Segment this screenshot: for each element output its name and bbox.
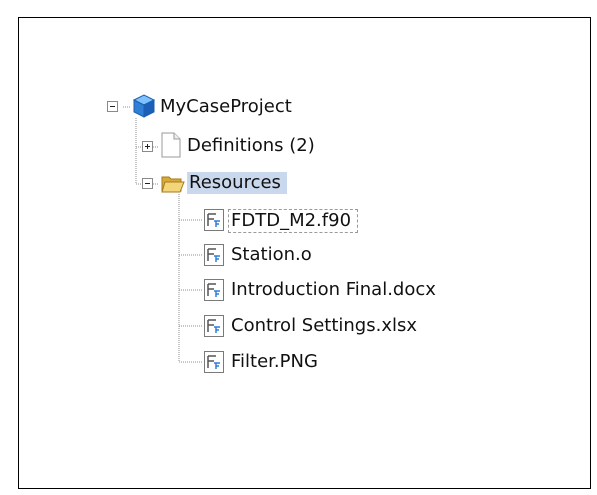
tree-item-control-settings-xlsx[interactable]: Control Settings.xlsx xyxy=(231,315,417,337)
collapse-resources-toggle[interactable] xyxy=(142,178,153,189)
fortran-file-icon xyxy=(204,279,224,301)
fortran-file-icon xyxy=(204,351,224,373)
collapse-root-toggle[interactable] xyxy=(107,101,118,112)
tree-item-definitions[interactable]: Definitions (2) xyxy=(187,135,315,157)
tree-item-resources[interactable]: Resources xyxy=(187,172,287,194)
tree-item-filter-png[interactable]: Filter.PNG xyxy=(231,351,318,373)
fortran-file-icon xyxy=(204,315,224,337)
fortran-file-icon xyxy=(204,244,224,266)
project-cube-icon xyxy=(132,94,156,118)
project-tree-panel: MyCaseProject Definitions (2) Resources … xyxy=(18,17,591,489)
fortran-file-icon xyxy=(204,209,224,231)
expand-definitions-toggle[interactable] xyxy=(142,141,153,152)
open-folder-icon xyxy=(161,176,185,193)
project-tree: MyCaseProject Definitions (2) Resources … xyxy=(19,18,590,488)
document-icon xyxy=(161,132,181,158)
tree-item-station-o[interactable]: Station.o xyxy=(231,244,312,266)
tree-item-root[interactable]: MyCaseProject xyxy=(160,96,292,118)
tree-item-fdtd-m2-f90[interactable]: FDTD_M2.f90 xyxy=(228,209,359,233)
tree-item-introduction-final-docx[interactable]: Introduction Final.docx xyxy=(231,279,436,301)
